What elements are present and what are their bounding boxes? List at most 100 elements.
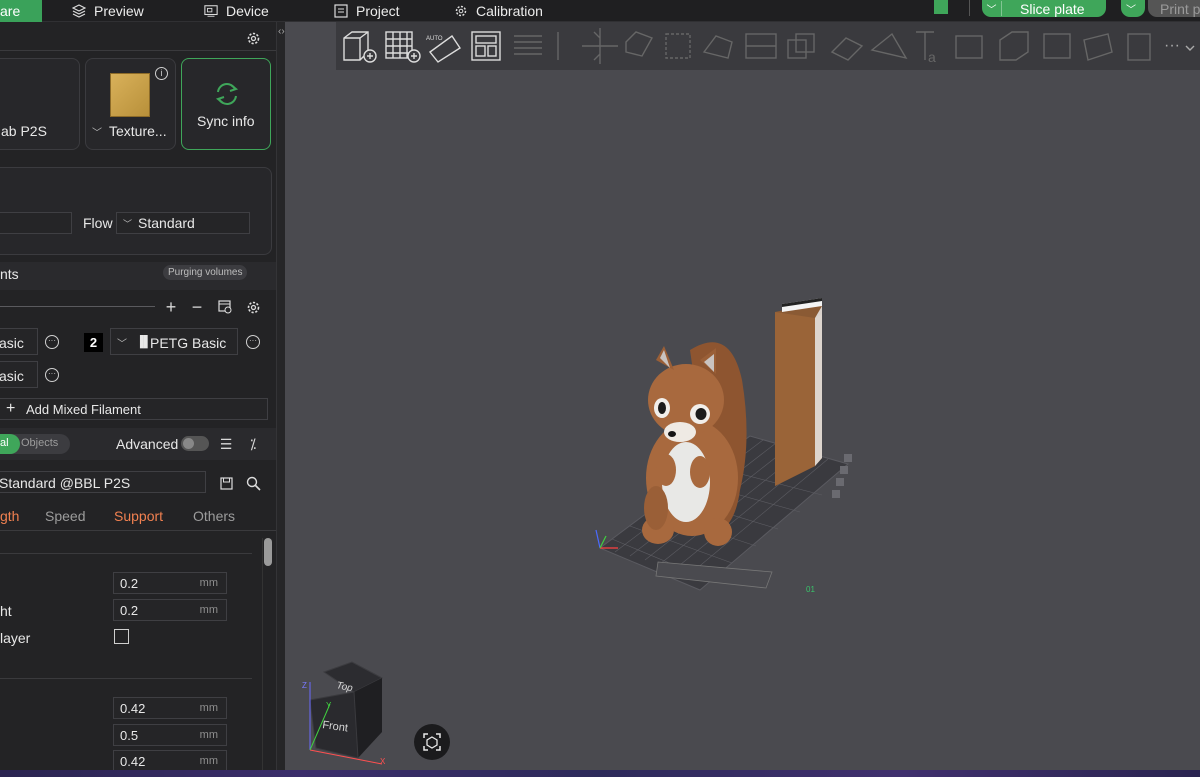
tab-speed[interactable]: Speed <box>45 508 85 524</box>
group-divider <box>0 678 252 679</box>
tab-preview[interactable]: Preview <box>72 0 144 22</box>
svg-text:a: a <box>928 49 936 65</box>
tab-calibration-label: Calibration <box>476 3 543 19</box>
more-options-icon[interactable]: ··· <box>246 335 260 349</box>
textured-plate-image <box>110 73 150 117</box>
param-field-5[interactable]: 0.5 mm <box>113 724 227 746</box>
tab-others[interactable]: Others <box>193 508 235 524</box>
remove-filament-button[interactable]: − <box>188 297 206 317</box>
save-icon[interactable] <box>217 474 235 492</box>
filament-slot-2[interactable]: ﹀ ▐▌ PETG Basic <box>110 328 238 355</box>
flow-select[interactable]: ﹀ Standard <box>116 212 250 234</box>
svg-text:AUTO: AUTO <box>426 36 443 42</box>
unit-label: mm <box>199 577 218 589</box>
divider <box>0 50 276 51</box>
layer-height-field[interactable]: 0.2 mm <box>113 572 227 594</box>
view-cube[interactable]: Z Y X Top Front <box>296 660 406 768</box>
view-cube-top-label: Top <box>335 680 354 694</box>
layout-icon[interactable] <box>934 0 948 14</box>
scroll-track <box>262 538 263 777</box>
info-icon[interactable]: i <box>155 67 168 80</box>
add-filament-button[interactable]: + <box>162 297 180 317</box>
tab-device-label: Device <box>226 3 269 19</box>
filament-settings-gear-icon[interactable] <box>244 298 262 316</box>
group-divider <box>0 553 252 554</box>
advanced-toggle[interactable] <box>181 436 209 451</box>
global-objects-toggle[interactable]: al Objects <box>0 434 70 454</box>
tab-preview-label: Preview <box>94 3 144 19</box>
printer-name: ab P2S <box>1 123 47 139</box>
object-toolbar: AUTO a ··· <box>336 22 1200 70</box>
tab-support[interactable]: Support <box>114 508 163 524</box>
process-profile-select[interactable]: Standard @BBL P2S <box>0 471 206 493</box>
prime-tower-edge <box>815 306 822 466</box>
filament-slot-1-name: asic <box>0 335 24 351</box>
layers-icon <box>72 4 86 18</box>
search-icon[interactable] <box>244 474 262 492</box>
view-cube-right[interactable] <box>354 678 382 758</box>
gear-icon <box>454 4 468 18</box>
printer-card[interactable]: ab P2S <box>0 58 80 150</box>
global-tab[interactable]: al <box>0 434 20 454</box>
filament-slot-1[interactable]: asic <box>0 328 38 355</box>
print-dropdown-button[interactable]: ﹀ <box>1121 0 1145 17</box>
plate-type-label: Texture... <box>109 123 167 139</box>
filament-sync-icon[interactable] <box>216 298 234 316</box>
param-value-6: 0.42 <box>120 753 146 769</box>
chevron-down-icon: ﹀ <box>123 218 133 229</box>
collapse-arrows-icon: ‹› <box>278 26 285 37</box>
flow-label: Flow <box>83 215 113 231</box>
chevron-down-icon: ﹀ <box>92 128 102 139</box>
prime-tower-front <box>775 312 815 486</box>
process-profile-value: Standard @BBL P2S <box>0 475 131 491</box>
list-icon[interactable]: ☰ <box>217 435 235 453</box>
more-options-icon[interactable]: ··· <box>45 368 59 382</box>
param-checkbox-3[interactable] <box>114 629 129 644</box>
unit-label: mm <box>199 604 218 616</box>
add-mixed-filament-button[interactable]: + Add Mixed Filament <box>0 398 268 420</box>
plate-number-label: 01 <box>806 585 815 594</box>
param-field-4[interactable]: 0.42 mm <box>113 697 227 719</box>
panel-collapse-handle[interactable]: ‹› <box>276 22 285 777</box>
nozzle-field[interactable] <box>0 212 72 234</box>
toolbar-icons: AUTO a ··· <box>343 28 1195 65</box>
z-axis-label: Z <box>302 681 307 690</box>
device-icon <box>204 4 218 18</box>
objects-tab-label[interactable]: Objects <box>21 437 58 449</box>
print-plate-button[interactable]: Print p <box>1148 0 1200 17</box>
printer-settings-gear-icon[interactable] <box>244 29 262 47</box>
settings-scrollbar[interactable] <box>264 538 272 566</box>
nozzle-card <box>0 167 272 255</box>
compare-icon[interactable]: ⁒ <box>244 435 262 453</box>
filament-slot-3[interactable]: asic <box>0 361 38 388</box>
filament-slot-2-badge: 2 <box>84 333 103 352</box>
topbar-separator <box>969 0 970 16</box>
fit-view-button[interactable] <box>414 724 450 760</box>
unit-label: mm <box>199 729 218 741</box>
chevron-down-icon[interactable]: ﹀ <box>982 1 1002 16</box>
purging-volumes-button[interactable]: Purging volumes <box>163 265 248 280</box>
tab-strength[interactable]: gth <box>0 508 19 524</box>
sync-info-label: Sync info <box>197 113 255 129</box>
sync-info-button[interactable]: Sync info <box>181 58 271 150</box>
tab-project[interactable]: Project <box>334 0 400 22</box>
tab-calibration[interactable]: Calibration <box>454 0 543 22</box>
param-field-2[interactable]: 0.2 mm <box>113 599 227 621</box>
plus-icon: + <box>6 400 16 417</box>
tab-device[interactable]: Device <box>204 0 269 22</box>
plate-card[interactable]: i ﹀ Texture... <box>85 58 176 150</box>
advanced-label: Advanced <box>116 436 179 452</box>
tab-prepare[interactable]: are <box>0 0 42 22</box>
tab-prepare-label: are <box>0 3 21 19</box>
layer-height-value: 0.2 <box>120 575 139 591</box>
param-field-6[interactable]: 0.42 mm <box>113 750 227 772</box>
unit-label: mm <box>199 755 218 767</box>
tab-project-label: Project <box>356 3 400 19</box>
filament-section-title: nts <box>0 266 19 282</box>
chevron-down-icon: ﹀ <box>117 339 127 350</box>
more-options-icon[interactable]: ··· <box>45 335 59 349</box>
slice-plate-button[interactable]: ﹀ Slice plate <box>982 0 1106 17</box>
filament-slot-3-name: asic <box>0 368 24 384</box>
global-tab-label: al <box>0 437 9 449</box>
print-plate-label: Print p <box>1160 0 1200 17</box>
